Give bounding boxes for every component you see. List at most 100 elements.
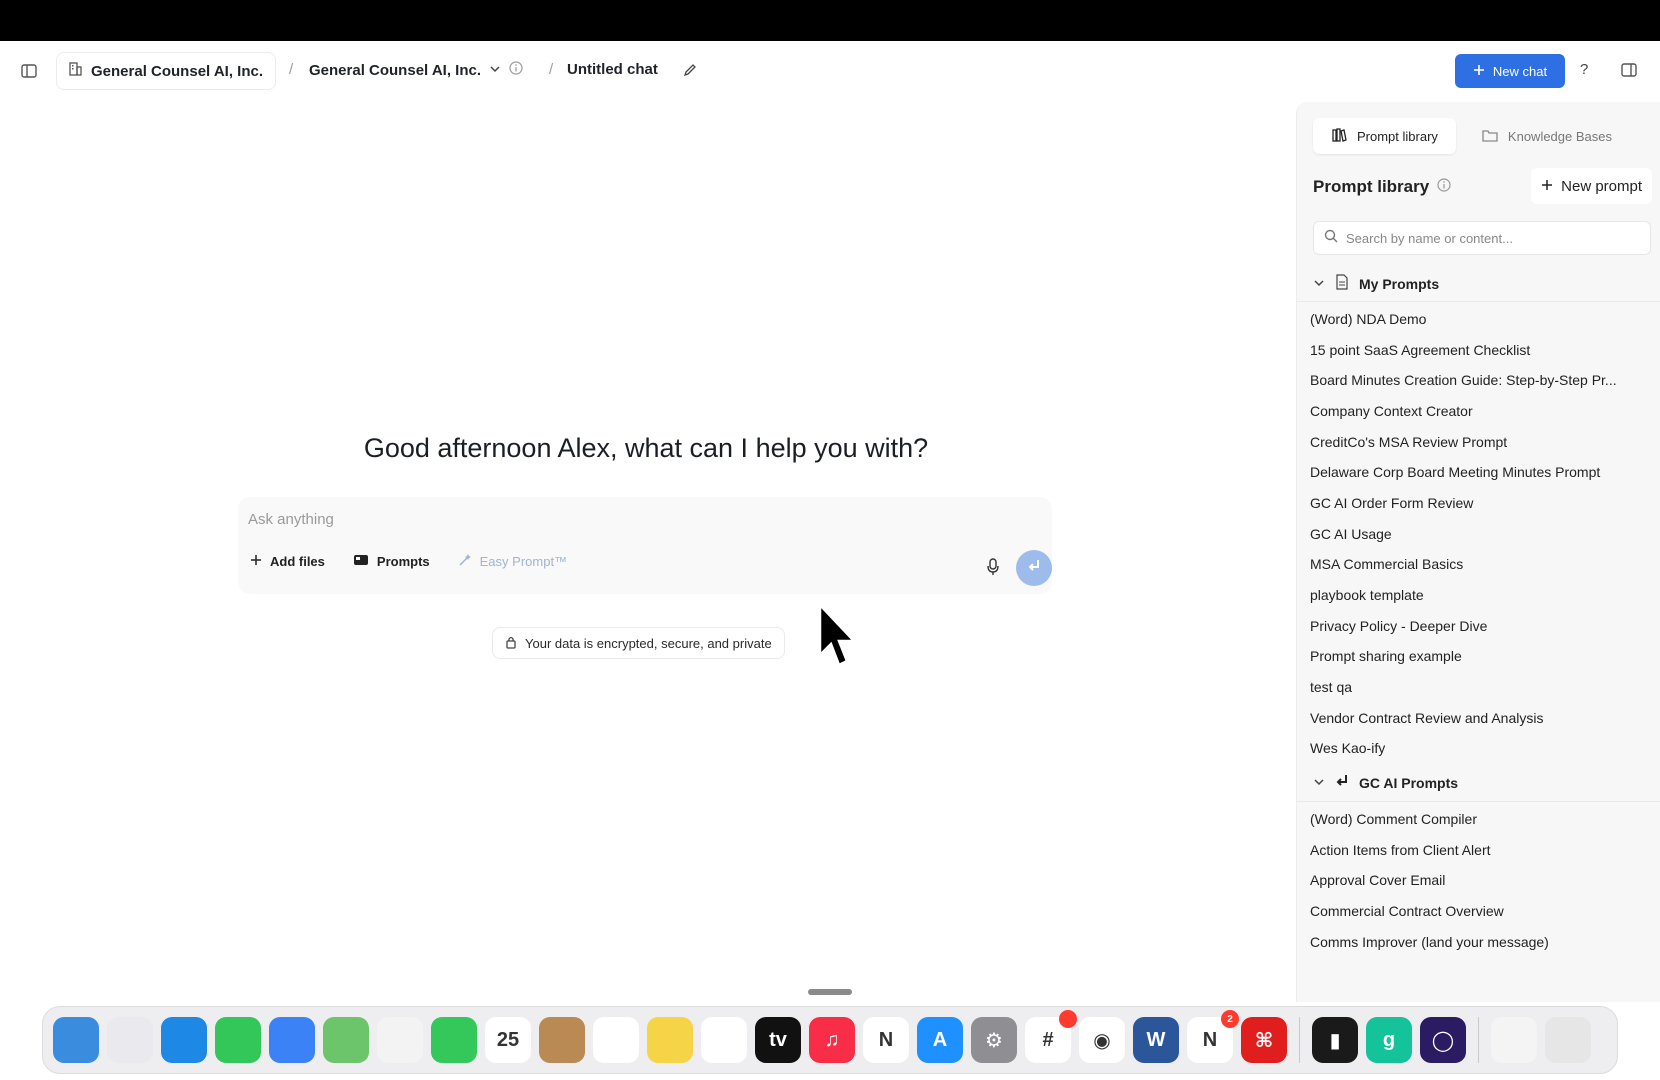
- add-files-button[interactable]: Add files: [250, 554, 325, 569]
- prompt-item[interactable]: Board Minutes Creation Guide: Step-by-St…: [1310, 372, 1650, 388]
- info-icon[interactable]: [1437, 177, 1451, 197]
- messages-icon[interactable]: [215, 1017, 261, 1063]
- prompt-item[interactable]: Prompt sharing example: [1310, 648, 1650, 664]
- prompt-item[interactable]: MSA Commercial Basics: [1310, 556, 1650, 572]
- chevron-down-icon[interactable]: [1313, 775, 1325, 791]
- prompt-item[interactable]: GC AI Usage: [1310, 526, 1650, 542]
- gc-ai-logo-icon: [1335, 774, 1349, 791]
- freeform-icon[interactable]: [701, 1017, 747, 1063]
- tab-label: Knowledge Bases: [1507, 128, 1612, 144]
- add-files-label: Add files: [270, 554, 325, 569]
- new-chat-button[interactable]: New chat: [1455, 54, 1565, 88]
- prompt-item[interactable]: Action Items from Client Alert: [1310, 842, 1650, 858]
- maps-icon[interactable]: [323, 1017, 369, 1063]
- folder-icon: [1482, 128, 1498, 145]
- workspace-breadcrumb[interactable]: General Counsel AI, Inc.: [309, 61, 523, 80]
- news-icon[interactable]: N: [863, 1017, 909, 1063]
- dock-separator: [1299, 1017, 1300, 1063]
- section-gc-ai-prompts[interactable]: GC AI Prompts: [1313, 774, 1458, 791]
- photos-icon[interactable]: [377, 1017, 423, 1063]
- prompt-library-title: Prompt library: [1313, 177, 1451, 197]
- appstore-icon[interactable]: A: [917, 1017, 963, 1063]
- breadcrumb-separator: /: [549, 61, 554, 78]
- prompt-item[interactable]: Wes Kao-ify: [1310, 740, 1650, 756]
- breadcrumb-separator: /: [289, 61, 294, 78]
- plus-icon: [1541, 178, 1553, 195]
- new-prompt-label: New prompt: [1561, 177, 1642, 195]
- prompt-item[interactable]: (Word) Comment Compiler: [1310, 811, 1650, 827]
- document-icon: [1335, 274, 1349, 293]
- word-icon[interactable]: W: [1133, 1017, 1179, 1063]
- prompt-item[interactable]: Delaware Corp Board Meeting Minutes Prom…: [1310, 464, 1650, 480]
- prompt-item[interactable]: test qa: [1310, 679, 1650, 695]
- prompts-button[interactable]: Prompts: [353, 553, 430, 570]
- info-icon[interactable]: [509, 61, 523, 80]
- slack-icon[interactable]: #: [1025, 1010, 1077, 1063]
- chat-composer: Add files Prompts Easy Prompt™: [238, 497, 1052, 594]
- tab-knowledge-bases[interactable]: Knowledge Bases: [1464, 118, 1630, 154]
- reminders-icon[interactable]: [593, 1017, 639, 1063]
- prompt-item[interactable]: Approval Cover Email: [1310, 872, 1650, 888]
- safari-icon[interactable]: [161, 1017, 207, 1063]
- audio-icon[interactable]: ▮: [1312, 1017, 1358, 1063]
- dock-handle[interactable]: [808, 989, 852, 995]
- prompt-item[interactable]: playbook template: [1310, 587, 1650, 603]
- org-breadcrumb[interactable]: General Counsel AI, Inc.: [56, 52, 276, 90]
- easy-prompt-label: Easy Prompt™: [479, 554, 568, 569]
- ring-app-icon[interactable]: ◯: [1420, 1017, 1466, 1063]
- prompt-library-sidebar: Prompt library Knowledge Bases Prompt li…: [1296, 102, 1660, 1002]
- grammarly-icon[interactable]: g: [1366, 1017, 1412, 1063]
- edit-pencil-icon[interactable]: [682, 62, 698, 83]
- divider: [1297, 801, 1660, 802]
- prompt-item[interactable]: Commercial Contract Overview: [1310, 903, 1650, 919]
- prompts-icon: [353, 553, 369, 570]
- chrome-icon[interactable]: ◉: [1079, 1017, 1125, 1063]
- prompt-item[interactable]: Vendor Contract Review and Analysis: [1310, 710, 1650, 726]
- workspace-name: General Counsel AI, Inc.: [309, 62, 481, 79]
- trash-icon[interactable]: [1545, 1017, 1591, 1063]
- plus-icon: [250, 554, 262, 569]
- easy-prompt-button[interactable]: Easy Prompt™: [458, 553, 567, 570]
- contacts-icon[interactable]: [539, 1017, 585, 1063]
- building-icon: [67, 61, 83, 82]
- prompt-item[interactable]: Company Context Creator: [1310, 403, 1650, 419]
- notion-icon[interactable]: N2: [1187, 1010, 1239, 1063]
- help-button[interactable]: ?: [1580, 61, 1588, 78]
- launchpad-icon[interactable]: [107, 1017, 153, 1063]
- right-panel-toggle-icon[interactable]: [1620, 61, 1638, 84]
- facetime-icon[interactable]: [431, 1017, 477, 1063]
- greeting-heading: Good afternoon Alex, what can I help you…: [363, 433, 929, 463]
- prompt-item[interactable]: 15 point SaaS Agreement Checklist: [1310, 342, 1650, 358]
- prompt-item[interactable]: (Word) NDA Demo: [1310, 311, 1650, 327]
- screen-top-bar: [0, 0, 1660, 41]
- new-prompt-button[interactable]: New prompt: [1531, 168, 1652, 204]
- section-my-prompts[interactable]: My Prompts: [1313, 274, 1439, 293]
- notes-icon[interactable]: [647, 1017, 693, 1063]
- chat-title: Untitled chat: [567, 61, 658, 78]
- notification-badge: [1059, 1010, 1077, 1028]
- library-icon: [1331, 127, 1347, 146]
- document-icon[interactable]: [1491, 1017, 1537, 1063]
- music-icon[interactable]: ♫: [809, 1017, 855, 1063]
- finder-icon[interactable]: [53, 1017, 99, 1063]
- calendar-icon[interactable]: 25: [485, 1017, 531, 1063]
- microphone-icon[interactable]: [986, 558, 1000, 581]
- tab-prompt-library[interactable]: Prompt library: [1313, 118, 1456, 154]
- chat-input[interactable]: [248, 511, 848, 528]
- prompt-item[interactable]: Privacy Policy - Deeper Dive: [1310, 618, 1650, 634]
- dock-separator: [1478, 1017, 1479, 1063]
- prompt-item[interactable]: GC AI Order Form Review: [1310, 495, 1650, 511]
- prompt-item[interactable]: Comms Improver (land your message): [1310, 934, 1650, 950]
- appletv-icon[interactable]: tv: [755, 1017, 801, 1063]
- send-button[interactable]: [1016, 550, 1052, 586]
- sidebar-toggle-icon[interactable]: [19, 61, 39, 81]
- chevron-down-icon[interactable]: [489, 62, 501, 80]
- settings-icon[interactable]: ⚙: [971, 1017, 1017, 1063]
- enter-arrow-icon: [1026, 558, 1042, 579]
- section-title: GC AI Prompts: [1359, 774, 1459, 791]
- mail-icon[interactable]: [269, 1017, 315, 1063]
- acrobat-icon[interactable]: ⌘: [1241, 1017, 1287, 1063]
- chevron-down-icon[interactable]: [1313, 276, 1325, 292]
- prompt-item[interactable]: CreditCo's MSA Review Prompt: [1310, 434, 1650, 450]
- search-input[interactable]: [1346, 230, 1636, 246]
